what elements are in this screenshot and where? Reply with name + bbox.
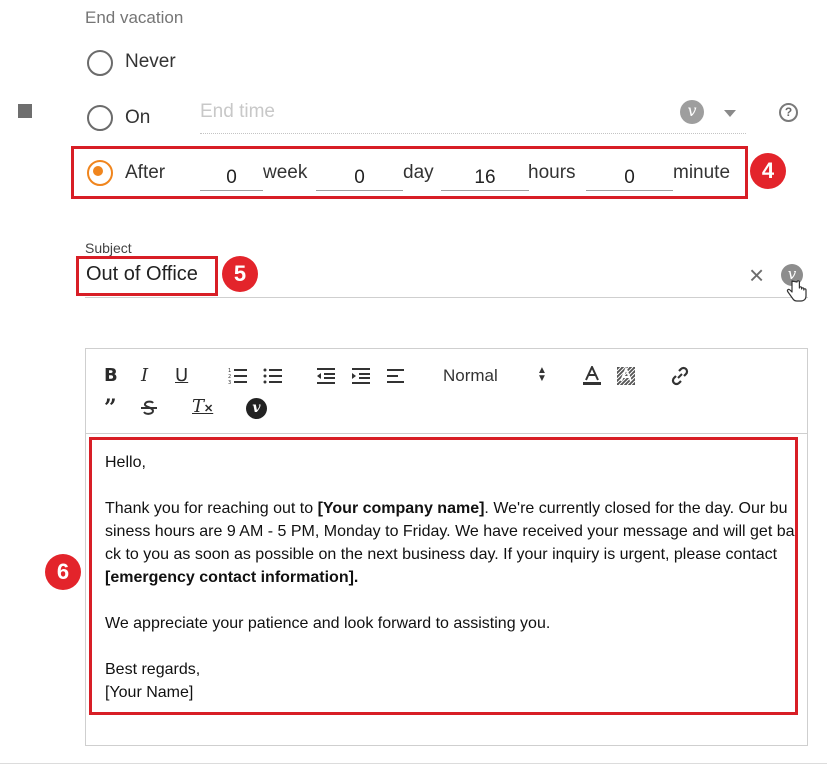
ordered-list-icon[interactable]: 1 2 3 [228, 367, 248, 385]
radio-never[interactable] [87, 50, 113, 76]
minutes-unit: minute [673, 162, 731, 183]
hours-input[interactable]: 16 [441, 161, 529, 191]
highlight-box-body [89, 437, 798, 715]
text-color-icon[interactable] [582, 366, 602, 386]
background-color-icon[interactable] [616, 366, 636, 386]
outdent-icon[interactable] [316, 367, 336, 385]
annotation-badge-6: 6 [45, 554, 81, 590]
highlight-box-subject [76, 256, 218, 296]
annotation-badge-4: 4 [750, 153, 786, 189]
help-icon[interactable]: ? [779, 103, 798, 122]
hand-cursor-icon [786, 280, 807, 302]
end-vacation-label: End vacation [85, 8, 184, 27]
days-unit: day [403, 162, 434, 183]
clear-formatting-icon[interactable]: T✕ [192, 397, 213, 419]
bullet-list-icon[interactable] [263, 367, 283, 385]
radio-after-label[interactable]: After [125, 162, 165, 184]
radio-on[interactable] [87, 105, 113, 131]
blockquote-icon[interactable]: ” [104, 397, 117, 419]
end-time-underline [200, 133, 746, 134]
chevron-down-icon[interactable] [724, 110, 736, 117]
end-time-input[interactable]: End time [200, 101, 275, 123]
select-arrows-icon[interactable]: ▲ ▼ [537, 366, 547, 384]
annotation-badge-5: 5 [222, 256, 258, 292]
radio-on-label[interactable]: On [125, 107, 150, 129]
weeks-unit: week [263, 162, 308, 183]
bold-button[interactable]: B [104, 366, 118, 386]
variable-icon[interactable]: v [680, 100, 704, 124]
italic-button[interactable]: I [141, 366, 148, 386]
link-icon[interactable] [670, 366, 690, 386]
subject-underline [85, 297, 808, 298]
minutes-input[interactable]: 0 [586, 161, 673, 191]
radio-after[interactable] [87, 160, 113, 186]
toolbar-divider [86, 433, 807, 434]
weeks-input[interactable]: 0 [200, 161, 263, 191]
svg-text:3: 3 [228, 380, 231, 385]
variable-insert-icon[interactable]: v [246, 398, 267, 419]
radio-never-label[interactable]: Never [125, 51, 176, 73]
page-divider [0, 763, 827, 764]
align-left-icon[interactable] [386, 367, 406, 385]
indent-icon[interactable] [351, 367, 371, 385]
clear-icon[interactable]: × [749, 262, 764, 288]
underline-button[interactable]: U [175, 366, 188, 386]
subject-label: Subject [85, 240, 132, 256]
format-select[interactable]: Normal [443, 366, 498, 386]
hours-unit: hours [528, 162, 576, 183]
strikethrough-icon[interactable] [139, 399, 159, 417]
drag-handle-icon[interactable] [18, 104, 32, 118]
days-input[interactable]: 0 [316, 161, 403, 191]
